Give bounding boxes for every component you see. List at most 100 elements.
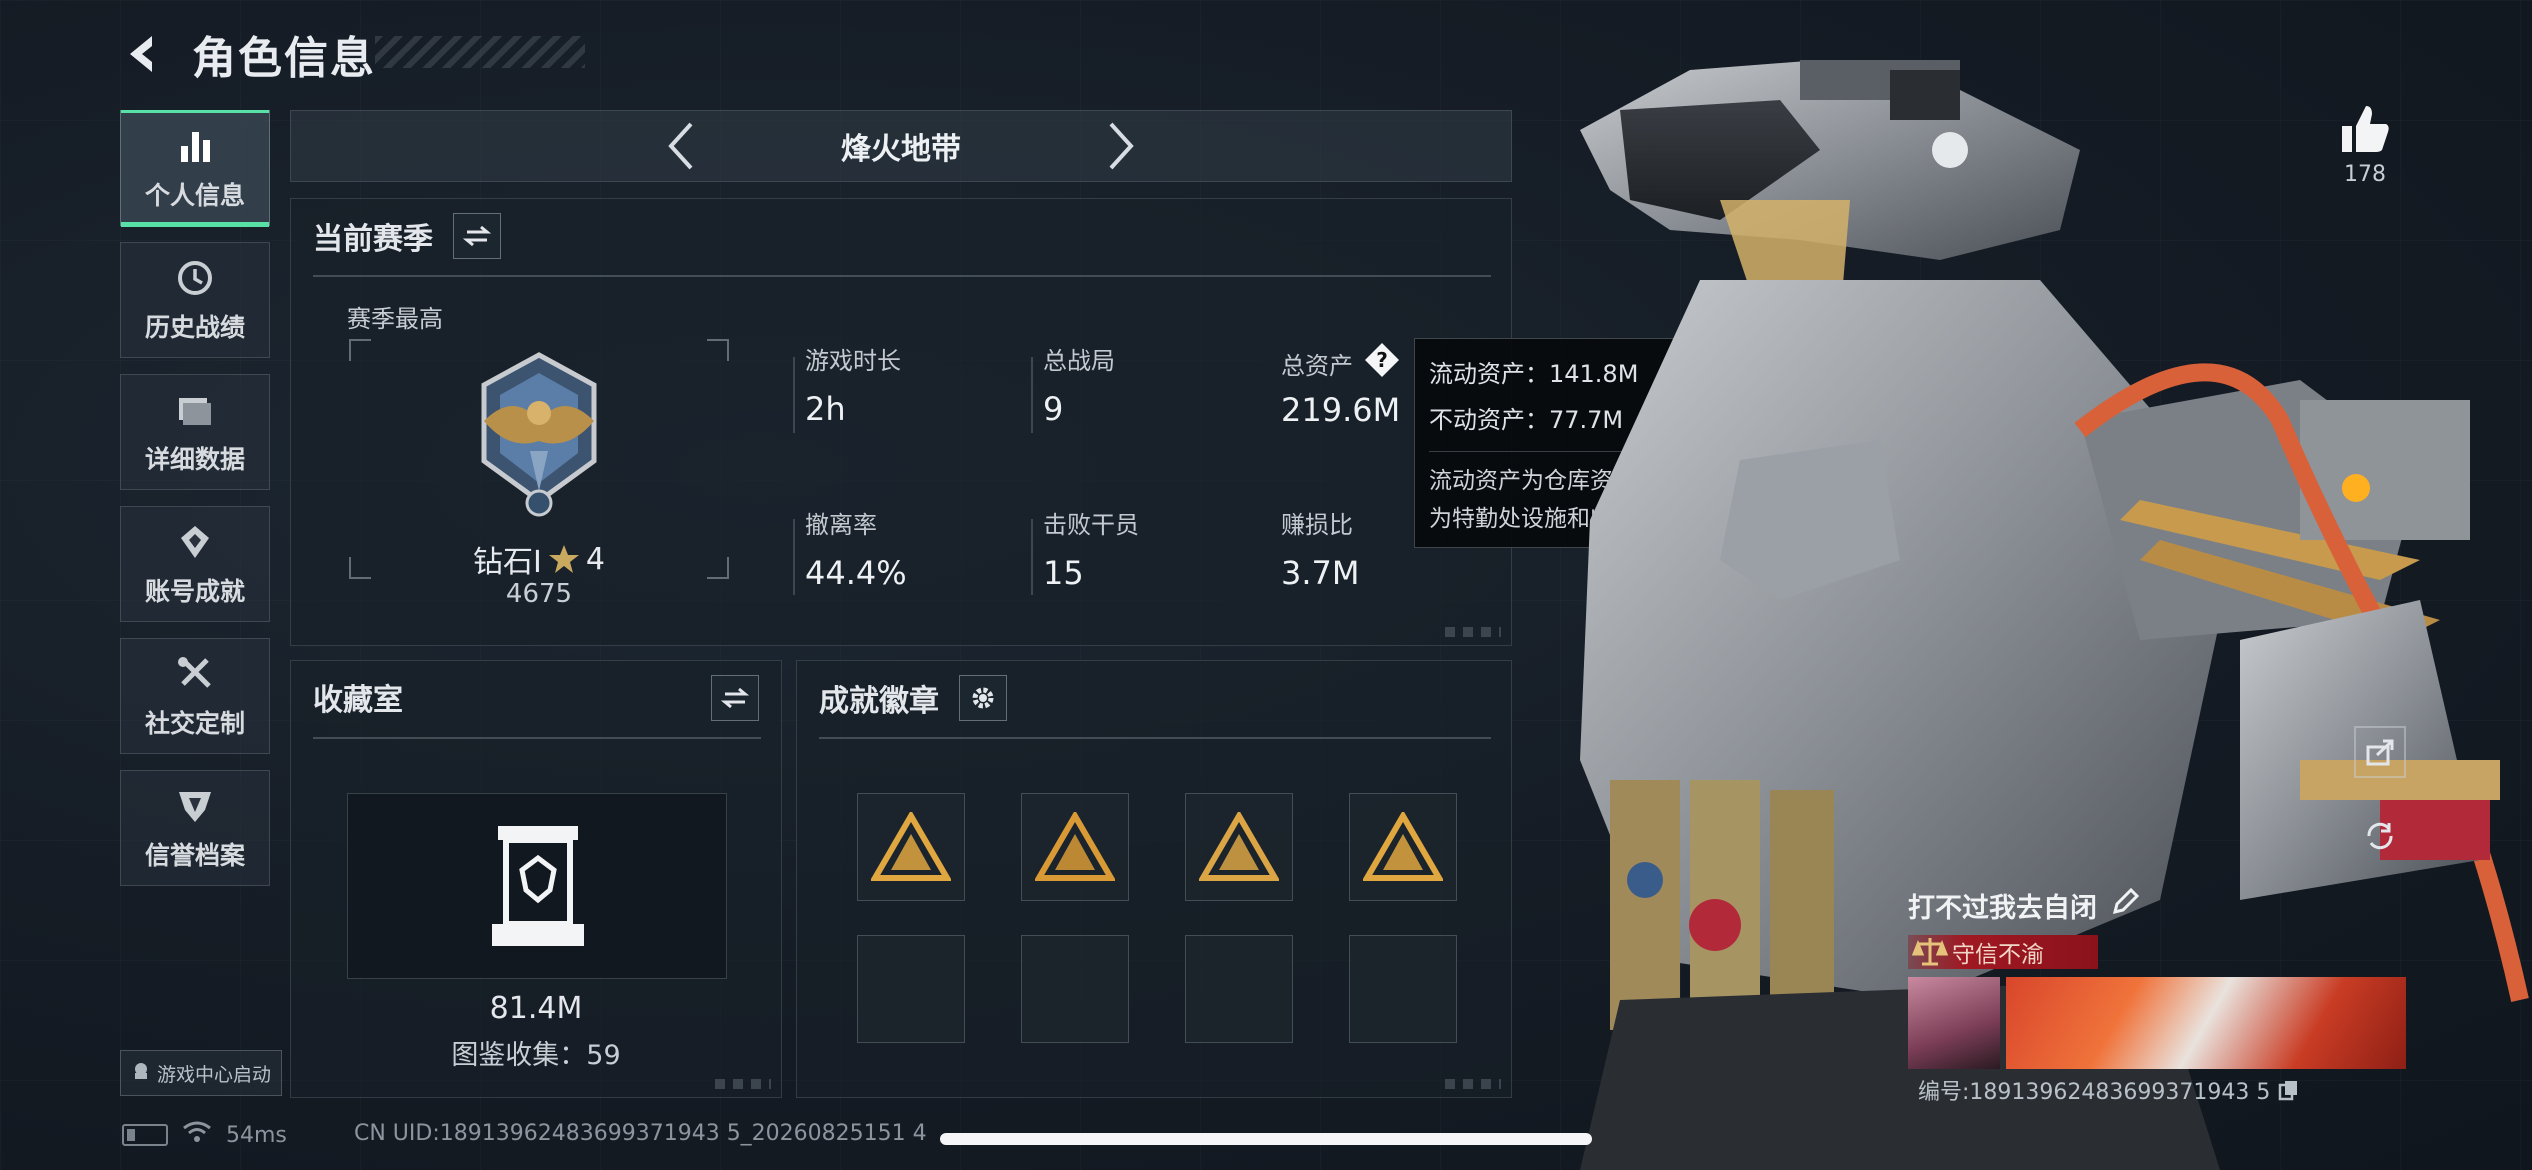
- folder-icon: [173, 388, 217, 432]
- achievement-badge-icon: [1199, 812, 1279, 881]
- collection-switch-button[interactable]: [711, 675, 759, 721]
- credit-icon: [173, 784, 217, 828]
- sidebar-item-label: 账号成就: [144, 577, 245, 606]
- badge-slot-filled[interactable]: [1021, 793, 1129, 901]
- player-id: 编号:18913962483699371943 5: [1918, 1074, 2300, 1106]
- stat-label: 撤离率: [805, 511, 877, 539]
- svg-text:?: ?: [1376, 348, 1388, 372]
- player-card[interactable]: 打不过我去自闭 守信不渝: [1908, 886, 2406, 1069]
- badges-title: 成就徽章: [819, 684, 939, 719]
- badge-slot-filled[interactable]: [857, 793, 965, 901]
- mode-title: 烽火地带: [841, 132, 961, 167]
- switch-icon: [721, 687, 749, 709]
- sidebar-item-history[interactable]: 历史战绩: [120, 242, 270, 358]
- stat-value: 15: [1043, 554, 1084, 592]
- badge-slot-empty[interactable]: [1185, 935, 1293, 1043]
- status-bar: 54ms: [122, 1120, 287, 1150]
- collection-count: 图鉴收集：59: [451, 1040, 621, 1071]
- share-icon[interactable]: [2354, 726, 2406, 778]
- rank-name-text: 钻石I: [473, 545, 542, 580]
- sidebar: 个人信息 历史战绩 详细数据 账号成就 社交定制 信誉档案: [120, 110, 270, 902]
- tools-icon: [173, 652, 217, 696]
- sidebar-item-detailed-data[interactable]: 详细数据: [120, 374, 270, 490]
- badges-settings-button[interactable]: [959, 675, 1007, 721]
- sidebar-item-personal-info[interactable]: 个人信息: [120, 110, 270, 227]
- copy-icon: [2279, 1081, 2298, 1101]
- rank-score: 4675: [505, 579, 573, 609]
- stat-label: 赚损比: [1281, 511, 1353, 539]
- season-panel: 当前赛季 赛季最高 钻石I 4 4675 游戏时长 2h 总战局 9 总资产 ?…: [290, 198, 1512, 646]
- display-case-icon: [492, 826, 584, 946]
- rank-stars: 4: [585, 541, 605, 577]
- rotate-icon[interactable]: [2354, 810, 2406, 862]
- star-icon: [548, 545, 579, 573]
- achievement-badge-icon: [871, 812, 951, 881]
- player-id-text: 编号:18913962483699371943 5: [1918, 1080, 2271, 1105]
- edit-icon[interactable]: [2111, 887, 2140, 923]
- like-button[interactable]: 178: [2330, 102, 2400, 187]
- badge-slot-empty[interactable]: [857, 935, 965, 1043]
- stat-label-row: 总资产 ?: [1281, 341, 1401, 385]
- honor-label: 守信不渝: [1952, 942, 2044, 968]
- player-name-row: 打不过我去自闭: [1908, 886, 2406, 925]
- collection-value: 81.4M: [489, 991, 583, 1026]
- divider: [313, 737, 761, 739]
- achievement-badge-icon: [1363, 812, 1443, 881]
- badge-slot-filled[interactable]: [1185, 793, 1293, 901]
- stat-value: 2h: [805, 390, 846, 428]
- achievement-icon: [173, 520, 217, 564]
- stat-total-assets: 总资产 ? 219.6M: [1281, 341, 1401, 429]
- stat-kills: 击败干员 15: [1043, 505, 1139, 592]
- stat-play-time: 游戏时长 2h: [805, 341, 901, 428]
- badge-slot-empty[interactable]: [1349, 935, 1457, 1043]
- achievement-badge-icon: [1035, 812, 1115, 881]
- panel-corner-decoration: [1445, 627, 1501, 637]
- title-decoration: [375, 36, 585, 68]
- badges-panel: 成就徽章: [796, 660, 1512, 1098]
- stat-value: 3.7M: [1281, 554, 1360, 592]
- stat-label: 总资产: [1281, 351, 1353, 380]
- stat-label: 击败干员: [1043, 511, 1139, 539]
- history-icon: [173, 256, 217, 300]
- like-count: 178: [2344, 162, 2386, 187]
- stat-label: 游戏时长: [805, 347, 901, 375]
- mode-selector: 烽火地带: [290, 110, 1512, 182]
- sidebar-item-label: 详细数据: [144, 445, 245, 474]
- game-center-icon: [131, 1061, 151, 1086]
- avatar: [1908, 977, 2000, 1069]
- badge-slot-empty[interactable]: [1021, 935, 1129, 1043]
- back-arrow-icon[interactable]: [120, 30, 168, 78]
- sidebar-item-achievements[interactable]: 账号成就: [120, 506, 270, 622]
- sidebar-item-label: 个人信息: [144, 181, 245, 210]
- rank-name: 钻石I 4: [349, 537, 729, 581]
- panel-corner-decoration: [1445, 1079, 1501, 1089]
- stat-value: 219.6M: [1281, 391, 1401, 429]
- collection-preview[interactable]: [347, 793, 727, 979]
- stat-value: 44.4%: [805, 554, 907, 592]
- stat-value: 9: [1043, 390, 1064, 428]
- divider: [819, 737, 1491, 739]
- battery-icon: [122, 1124, 168, 1146]
- player-name: 打不过我去自闭: [1908, 893, 2097, 924]
- game-center-launch-button[interactable]: 游戏中心启动: [120, 1050, 282, 1096]
- launch-label: 游戏中心启动: [156, 1063, 271, 1086]
- badge-slot-filled[interactable]: [1349, 793, 1457, 901]
- sidebar-item-label: 历史战绩: [144, 313, 245, 342]
- prev-mode-button[interactable]: [661, 118, 701, 174]
- banner-image: [2006, 977, 2406, 1069]
- ping-value: 54ms: [226, 1122, 287, 1148]
- uid-text: CN UID:18913962483699371943 5_2026082515…: [354, 1121, 927, 1146]
- sidebar-item-label: 社交定制: [144, 709, 245, 738]
- sidebar-item-credit[interactable]: 信誉档案: [120, 770, 270, 886]
- sidebar-item-social[interactable]: 社交定制: [120, 638, 270, 754]
- next-mode-button[interactable]: [1101, 118, 1141, 174]
- panel-corner-decoration: [715, 1079, 771, 1089]
- stat-label: 总战局: [1043, 347, 1115, 375]
- collection-title: 收藏室: [313, 683, 403, 718]
- page-title: 角色信息: [192, 33, 376, 84]
- stat-extraction-rate: 撤离率 44.4%: [805, 505, 907, 592]
- stat-profit-ratio: 赚损比 3.7M: [1281, 505, 1360, 592]
- help-icon[interactable]: ?: [1363, 341, 1401, 385]
- gear-icon: [972, 687, 994, 709]
- thumbs-up-icon: [2342, 106, 2389, 152]
